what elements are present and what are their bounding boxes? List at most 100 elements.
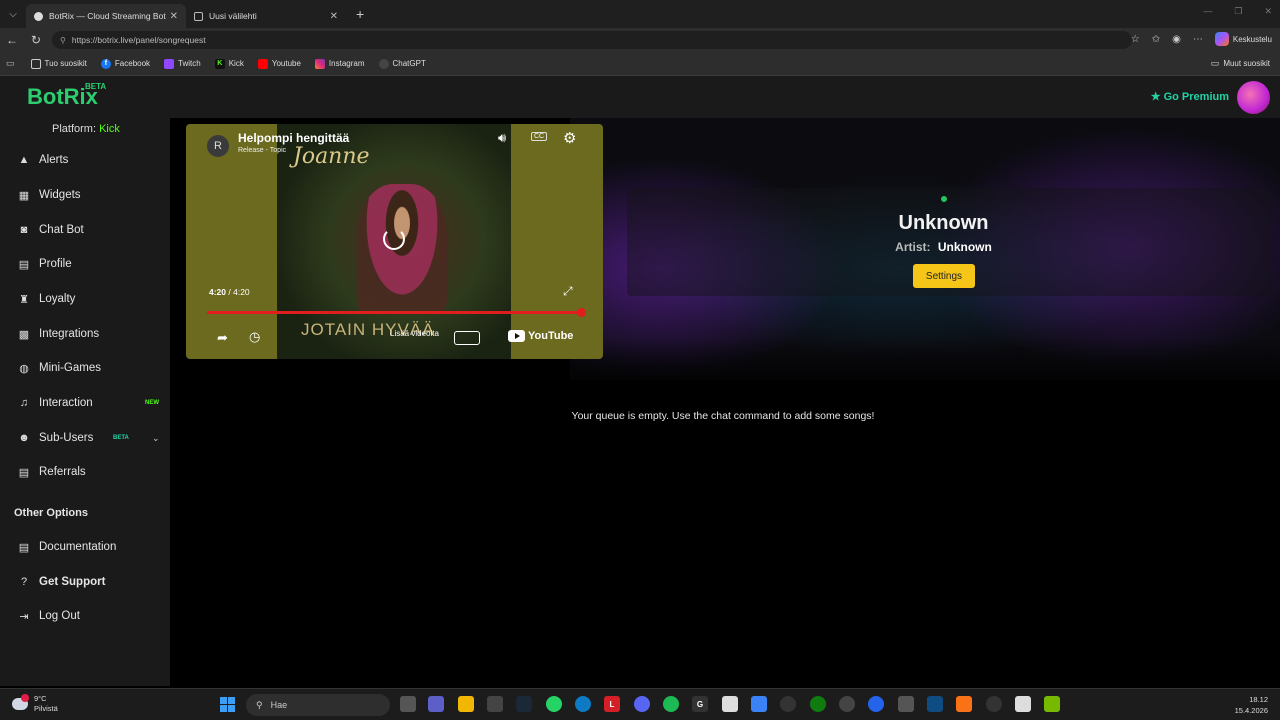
url-field[interactable]: ⚲ https://botrix.live/panel/songrequest: [52, 31, 1132, 49]
obs-icon[interactable]: [839, 696, 855, 712]
go-premium-button[interactable]: ★ Go Premium: [1151, 90, 1229, 104]
close-tab-icon[interactable]: ✕: [330, 11, 338, 22]
gamepad-icon: ◍: [19, 362, 29, 375]
taskbar-search[interactable]: ⚲ Hae: [246, 694, 390, 716]
settings-app-icon[interactable]: [780, 696, 796, 712]
refresh-icon[interactable]: ↻: [24, 33, 48, 47]
bookmark-youtube[interactable]: Youtube: [257, 58, 301, 69]
new-badge: NEW: [145, 400, 159, 406]
fullscreen-icon[interactable]: ⤢: [563, 284, 573, 299]
twitch-icon: [164, 58, 175, 69]
app-blue-icon[interactable]: [927, 696, 943, 712]
sidebar-item-documentation[interactable]: ▤ Documentation: [16, 537, 166, 557]
file-explorer-icon[interactable]: [458, 696, 474, 712]
more-videos-label[interactable]: Lisää videoita: [390, 329, 439, 338]
close-window-icon[interactable]: ✕: [1264, 6, 1272, 17]
store-icon[interactable]: [487, 696, 503, 712]
sidebar-item-sub-users[interactable]: ☻ Sub-Users BETA ⌄: [16, 428, 166, 448]
youtube-brand: YouTube: [528, 330, 574, 342]
sidebar-item-get-support[interactable]: ? Get Support: [16, 572, 166, 592]
task-view-icon[interactable]: [400, 696, 416, 712]
spotify-icon[interactable]: [663, 696, 679, 712]
new-tab-button[interactable]: +: [356, 6, 364, 22]
close-tab-icon[interactable]: ✕: [170, 11, 178, 22]
logo-beta-badge: BETA: [85, 82, 107, 91]
chat-button[interactable]: Keskustelu: [1214, 32, 1272, 46]
volume-icon[interactable]: 🔊︎: [498, 130, 506, 146]
settings-button[interactable]: Settings: [913, 264, 975, 288]
chevron-down-icon[interactable]: ⌄: [152, 433, 160, 444]
youtube-player[interactable]: Joanne JOTAIN HYVÄÄ R Helpompi hengittää…: [186, 124, 603, 359]
app-g-icon[interactable]: G: [692, 696, 708, 712]
mail-icon[interactable]: [751, 696, 767, 712]
botrix-logo[interactable]: BotRix BETA: [27, 82, 106, 110]
maximize-icon[interactable]: ❐: [1234, 6, 1242, 17]
bookmark-facebook[interactable]: f Facebook: [100, 58, 150, 69]
ea-icon[interactable]: [868, 696, 884, 712]
captions-icon[interactable]: CC: [531, 132, 548, 141]
sidebar-item-alerts[interactable]: ▲ Alerts: [16, 150, 166, 170]
sidebar-item-mini-games[interactable]: ◍ Mini-Games: [16, 358, 166, 378]
notepad-icon[interactable]: [722, 696, 738, 712]
xbox-icon[interactable]: [810, 696, 826, 712]
tab-actions-menu-icon[interactable]: ⌵: [0, 0, 26, 28]
more-options-icon[interactable]: ⋯: [1193, 34, 1203, 45]
gear-icon[interactable]: ⚙: [563, 129, 576, 147]
app-window-icon[interactable]: [1015, 696, 1031, 712]
bookmark-import[interactable]: Tuo suosikit: [30, 58, 87, 69]
start-button[interactable]: [220, 697, 235, 712]
video-title[interactable]: Helpompi hengittää: [238, 131, 349, 145]
platform-indicator: Platform: Kick: [52, 123, 120, 135]
site-info-icon[interactable]: ⚲: [60, 36, 66, 45]
sidebar-toggle-icon[interactable]: ▭: [6, 58, 15, 69]
avatar[interactable]: [1237, 81, 1270, 114]
steam-icon[interactable]: [516, 696, 532, 712]
sidebar-item-referrals[interactable]: ▤ Referrals: [16, 462, 166, 482]
sidebar-item-widgets[interactable]: ▦ Widgets: [16, 185, 166, 205]
weather-widget[interactable]: 9°C Pilvistä: [12, 694, 58, 714]
favorites-icon[interactable]: ✩: [1152, 34, 1160, 45]
sidebar-item-label: Loyalty: [39, 293, 76, 305]
video-channel[interactable]: Release - Topic: [238, 147, 286, 154]
vlc-icon[interactable]: [956, 696, 972, 712]
tab-label: BotRix — Cloud Streaming Bot for: [49, 11, 166, 21]
sidebar-item-interaction[interactable]: ♫ Interaction NEW: [16, 393, 166, 413]
more-videos-button[interactable]: [454, 331, 480, 345]
sidebar-item-log-out[interactable]: ⇥ Log Out: [16, 606, 166, 626]
channel-avatar[interactable]: R: [207, 135, 229, 157]
app-circle-icon[interactable]: [986, 696, 1002, 712]
tab-botrix[interactable]: BotRix — Cloud Streaming Bot for ✕: [26, 4, 186, 28]
progress-bar[interactable]: [207, 308, 586, 317]
bookmark-kick[interactable]: K Kick: [214, 58, 244, 69]
other-bookmarks[interactable]: ▭ Muut suosikit: [1211, 58, 1270, 69]
progress-handle[interactable]: [577, 308, 586, 317]
share-icon[interactable]: ➦: [217, 330, 228, 346]
clock-icon[interactable]: ◷: [249, 329, 260, 345]
profile-icon[interactable]: ◉: [1172, 34, 1181, 45]
gear-app-icon[interactable]: [898, 696, 914, 712]
edge-icon[interactable]: [575, 696, 591, 712]
favorite-star-icon[interactable]: ☆: [1131, 34, 1140, 45]
back-icon[interactable]: ←: [0, 33, 24, 47]
other-bookmarks-label: Muut suosikit: [1223, 59, 1270, 68]
facebook-icon: f: [100, 58, 111, 69]
weather-text: Pilvistä: [34, 704, 58, 713]
nvidia-icon[interactable]: [1044, 696, 1060, 712]
bookmark-instagram[interactable]: Instagram: [314, 58, 365, 69]
bookmark-twitch[interactable]: Twitch: [164, 58, 201, 69]
whatsapp-icon[interactable]: [546, 696, 562, 712]
bookmark-chatgpt[interactable]: ChatGPT: [378, 58, 426, 69]
launcher-l-icon[interactable]: L: [604, 696, 620, 712]
bookmark-label: Instagram: [328, 59, 365, 68]
discord-icon[interactable]: [634, 696, 650, 712]
minimize-icon[interactable]: —: [1203, 6, 1212, 17]
teams-icon[interactable]: [428, 696, 444, 712]
sidebar-item-chat-bot[interactable]: ◙ Chat Bot: [16, 220, 166, 240]
system-clock[interactable]: 18.12 15.4.2026: [1235, 694, 1268, 716]
youtube-logo[interactable]: YouTube: [508, 330, 573, 342]
replay-icon[interactable]: [383, 228, 405, 250]
sidebar-item-profile[interactable]: ▤ Profile: [16, 254, 166, 274]
sidebar-item-loyalty[interactable]: ♜ Loyalty: [16, 289, 166, 309]
tab-new[interactable]: Uusi välilehti ✕: [186, 4, 346, 28]
sidebar-item-integrations[interactable]: ▩ Integrations: [16, 324, 166, 344]
